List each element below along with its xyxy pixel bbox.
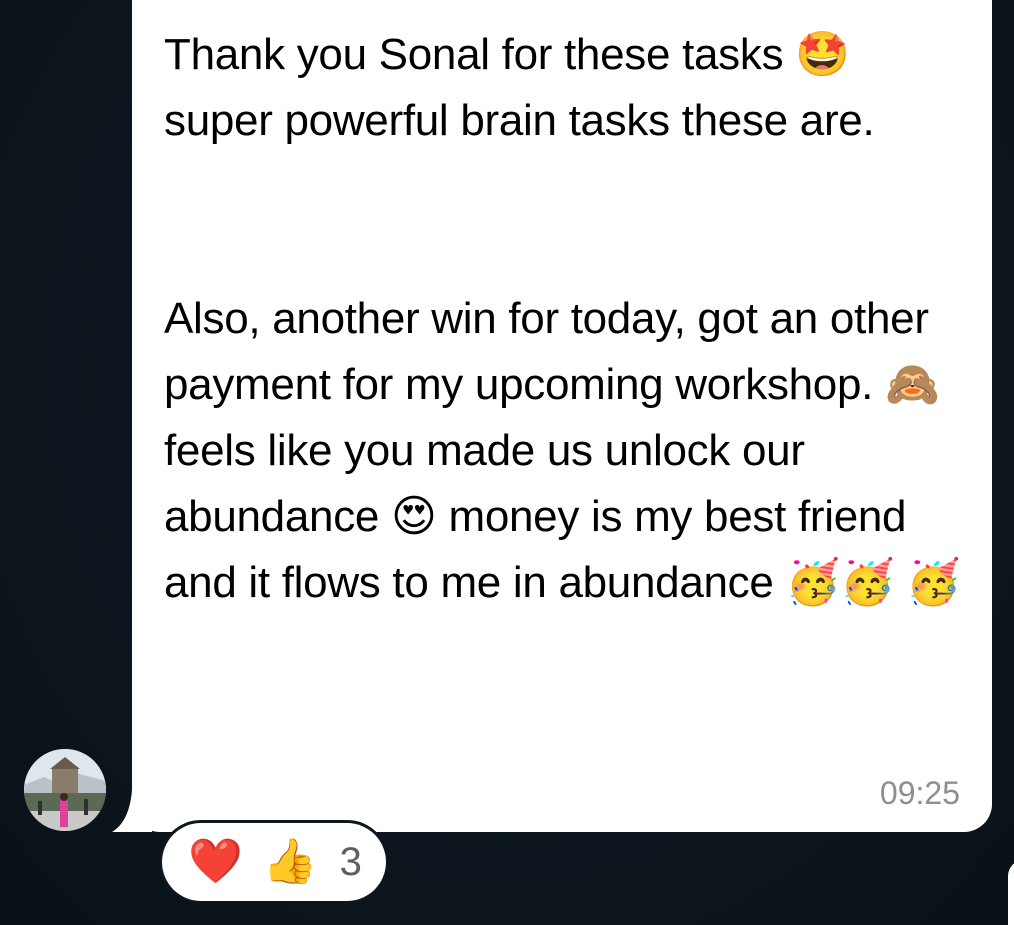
sender-avatar[interactable] [24, 749, 106, 831]
message-bubble[interactable]: Thank you Sonal for these tasks 🤩 super … [132, 0, 992, 832]
heart-icon: ❤️ [188, 836, 243, 887]
thumbs-up-icon: 👍 [262, 836, 318, 887]
message-text: Thank you Sonal for these tasks 🤩 super … [164, 30, 961, 607]
avatar-photo-icon [24, 749, 106, 831]
reaction-count: 3 [339, 839, 362, 884]
next-message-edge [1008, 860, 1014, 925]
chat-area: Thank you Sonal for these tasks 🤩 super … [0, 0, 1014, 925]
message-timestamp: 09:25 [879, 775, 960, 811]
reactions-pill[interactable]: ❤️ 👍 3 [162, 823, 386, 901]
